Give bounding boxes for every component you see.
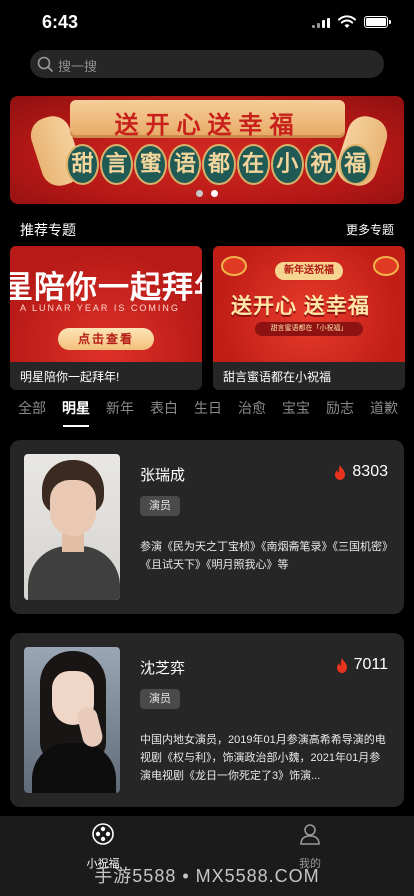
topic-caption: 甜言蜜语都在小祝福 <box>223 370 332 384</box>
heat-score: 8303 <box>334 463 388 481</box>
topic-caption: 明星陪你一起拜年! <box>20 370 120 384</box>
banner-seal-char: 小 <box>270 144 304 185</box>
status-bar: 6:43 <box>0 0 414 44</box>
tab-baby[interactable]: 宝宝 <box>282 398 310 418</box>
search-placeholder: 搜一搜 <box>58 59 98 74</box>
battery-icon <box>364 16 391 28</box>
wifi-icon <box>338 15 356 28</box>
topic-view-button[interactable]: 点击查看 <box>58 328 154 350</box>
topic-image-badge: 新年送祝福 <box>275 262 343 280</box>
role-tag: 演员 <box>140 496 180 516</box>
heat-score: 7011 <box>336 656 388 674</box>
heat-value: 8303 <box>352 463 388 480</box>
celebrity-name: 沈芝弈 <box>140 660 186 677</box>
cellular-signal-icon <box>312 18 330 28</box>
banner-seal-char: 蜜 <box>134 144 168 185</box>
watermark: 手游5588 • MX5588.COM <box>94 866 320 886</box>
banner-seal-char: 福 <box>338 144 372 185</box>
section-title: 推荐专题 <box>20 222 76 238</box>
tab-stars[interactable]: 明星 <box>62 398 90 418</box>
banner-seal-char: 祝 <box>304 144 338 185</box>
banner-seal-char: 都 <box>202 144 236 185</box>
topic-image: 新年送祝福 送开心 送幸福 甜言蜜语都在「小祝福」 <box>213 246 405 362</box>
tab-new-year[interactable]: 新年 <box>106 398 134 418</box>
tab-inspiration[interactable]: 励志 <box>326 398 354 418</box>
status-time: 6:43 <box>42 12 79 32</box>
film-reel-icon <box>92 823 114 845</box>
heat-value: 7011 <box>353 656 388 673</box>
banner-dot[interactable] <box>196 190 203 197</box>
tab-all[interactable]: 全部 <box>18 398 46 418</box>
category-tabs: 全部 明星 新年 表白 生日 治愈 宝宝 励志 道歉 <box>0 398 414 430</box>
celebrity-card[interactable]: 沈芝弈 7011 演员 中国内地女演员，2019年01月参演高希希导演的电视剧《… <box>10 633 404 807</box>
topic-image: 星陪你一起拜年 A LUNAR YEAR IS COMING 点击查看 <box>10 246 202 362</box>
celebrity-card[interactable]: 张瑞成 8303 演员 参演《民为天之丁宝桢》《南烟斋笔录》《三国机密》《且试天… <box>10 440 404 614</box>
topic-image-subtitle: 甜言蜜语都在「小祝福」 <box>255 322 363 336</box>
flame-icon <box>335 464 346 480</box>
banner-seal-char: 言 <box>100 144 134 185</box>
celebrity-description: 参演《民为天之丁宝桢》《南烟斋笔录》《三国机密》《且试天下》《明月照我心》等 <box>140 541 388 571</box>
promo-banner[interactable]: 送开心送幸福 甜 言 蜜 语 都 在 小 祝 福 <box>10 96 404 204</box>
celebrity-description: 中国内地女演员，2019年01月参演高希希导演的电视剧《权与利》，饰演政治部小魏… <box>140 734 386 782</box>
search-icon <box>37 56 53 72</box>
lantern-icon <box>221 256 247 276</box>
tab-confession[interactable]: 表白 <box>150 398 178 418</box>
role-tag: 演员 <box>140 689 180 709</box>
tab-birthday[interactable]: 生日 <box>194 398 222 418</box>
banner-seal-char: 甜 <box>66 144 100 185</box>
tab-apology[interactable]: 道歉 <box>370 398 398 418</box>
tab-healing[interactable]: 治愈 <box>238 398 266 418</box>
banner-seal-char: 在 <box>236 144 270 185</box>
banner-seal-row: 甜 言 蜜 语 都 在 小 祝 福 <box>66 144 372 188</box>
topic-image-subtitle: A LUNAR YEAR IS COMING <box>20 303 180 313</box>
celebrity-photo <box>24 454 120 600</box>
topic-card[interactable]: 星陪你一起拜年 A LUNAR YEAR IS COMING 点击查看 明星陪你… <box>10 246 202 390</box>
user-icon <box>300 824 320 845</box>
celebrity-photo <box>24 647 120 793</box>
topic-image-title: 送开心 送幸福 <box>231 295 370 318</box>
search-input[interactable]: 搜一搜 <box>30 50 384 78</box>
active-tab-indicator <box>63 425 89 427</box>
lantern-icon <box>373 256 399 276</box>
topic-image-title: 星陪你一起拜年 <box>10 270 202 306</box>
banner-pagination <box>0 190 414 197</box>
banner-dot-active[interactable] <box>211 190 218 197</box>
topic-card[interactable]: 新年送祝福 送开心 送幸福 甜言蜜语都在「小祝福」 甜言蜜语都在小祝福 <box>213 246 405 390</box>
more-topics-link[interactable]: 更多专题 <box>346 221 394 238</box>
flame-icon <box>336 657 347 673</box>
banner-scroll: 送开心送幸福 <box>70 100 345 139</box>
banner-seal-char: 语 <box>168 144 202 185</box>
banner-headline: 送开心送幸福 <box>114 110 301 139</box>
celebrity-name: 张瑞成 <box>140 467 186 484</box>
